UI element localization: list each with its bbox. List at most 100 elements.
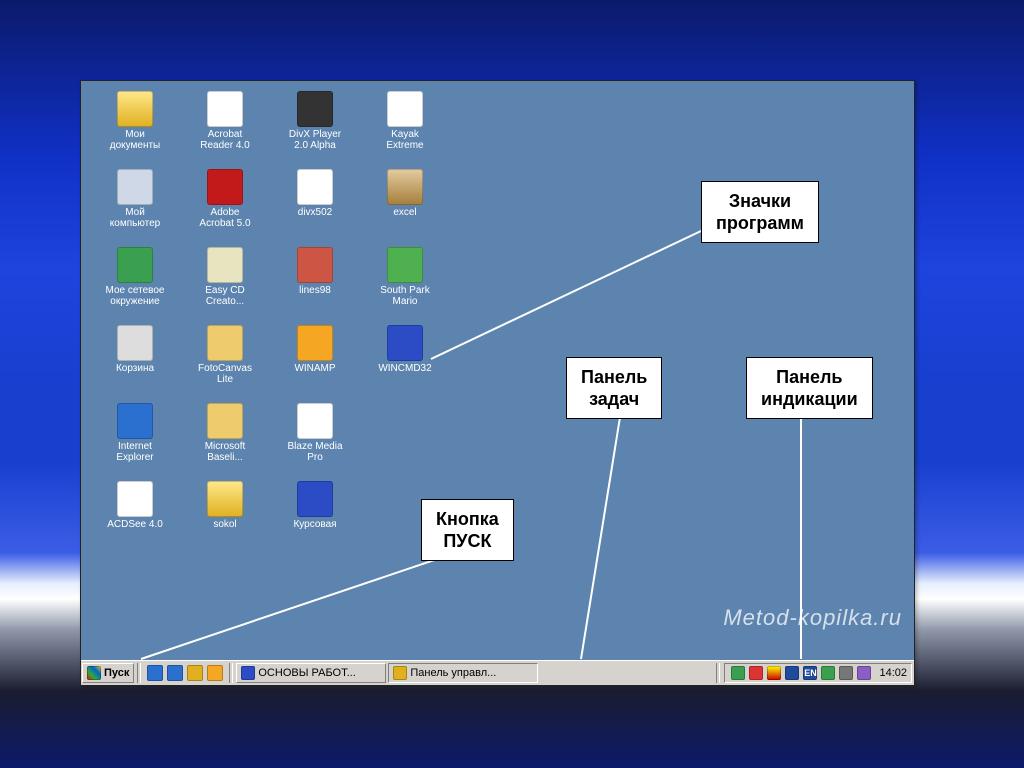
desktop-icon-label: FotoCanvasLite (183, 363, 267, 385)
language-indicator[interactable]: EN (803, 666, 817, 680)
desktop-icon[interactable]: KayakExtreme (363, 91, 447, 151)
desktop-screenshot: Моидокументы AcrobatReader 4.0 DivX Player… (80, 80, 915, 686)
desktop-icon-glyph (117, 91, 153, 127)
desktop-icon-glyph (387, 91, 423, 127)
tray-icon[interactable] (857, 666, 871, 680)
taskbar-task-button[interactable]: ОСНОВЫ РАБОТ... (236, 663, 386, 683)
desktop-icon-label: Easy CDCreato... (183, 285, 267, 307)
desktop-icon-label: Мойкомпьютер (93, 207, 177, 229)
desktop-icon[interactable]: divx502 (273, 169, 357, 218)
desktop-icon[interactable]: lines98 (273, 247, 357, 296)
start-button[interactable]: Пуск (82, 663, 134, 683)
windows-logo-icon (87, 666, 101, 680)
desktop-icon-glyph (117, 325, 153, 361)
callout-tray: Панельиндикации (746, 357, 873, 419)
desktop-icon-label: excel (363, 207, 447, 218)
start-button-label: Пуск (104, 667, 129, 679)
desktop-icon[interactable]: Мойкомпьютер (93, 169, 177, 229)
desktop-icon-glyph (387, 169, 423, 205)
task-icon (393, 666, 407, 680)
desktop-icon-glyph (207, 169, 243, 205)
desktop-icon[interactable]: AdobeAcrobat 5.0 (183, 169, 267, 229)
desktop-icon-label: Моидокументы (93, 129, 177, 151)
desktop-icon[interactable]: Моидокументы (93, 91, 177, 151)
quick-launch-icon[interactable] (167, 665, 183, 681)
callout-program-icons: Значкипрограмм (701, 181, 819, 243)
desktop-icon[interactable]: WINCMD32 (363, 325, 447, 374)
desktop-icon-glyph (117, 169, 153, 205)
desktop-icon-glyph (297, 169, 333, 205)
desktop-icon-label: South ParkMario (363, 285, 447, 307)
desktop-icon[interactable]: MicrosoftBaseli... (183, 403, 267, 463)
watermark-text: Metod-kopilka.ru (723, 605, 902, 631)
desktop-icon-glyph (207, 247, 243, 283)
callout-start-button: КнопкаПУСК (421, 499, 514, 561)
tray-icon[interactable] (749, 666, 763, 680)
desktop-icon-label: Корзина (93, 363, 177, 374)
desktop-icon-label: Курсовая (273, 519, 357, 530)
desktop-icon-glyph (207, 403, 243, 439)
desktop-icon-glyph (387, 247, 423, 283)
desktop-icon-glyph (117, 247, 153, 283)
desktop-icon[interactable]: InternetExplorer (93, 403, 177, 463)
system-tray[interactable]: EN 14:02 (724, 663, 912, 683)
desktop-icon[interactable]: Blaze MediaPro (273, 403, 357, 463)
desktop-icon[interactable]: WINAMP (273, 325, 357, 374)
task-label: Панель управл... (410, 667, 496, 679)
desktop-icon[interactable]: sokol (183, 481, 267, 530)
quick-launch-icon[interactable] (147, 665, 163, 681)
desktop-icon-glyph (117, 403, 153, 439)
desktop-area[interactable]: Моидокументы AcrobatReader 4.0 DivX Player… (81, 81, 914, 661)
taskbar-separator (716, 663, 720, 683)
desktop-icon[interactable]: ACDSee 4.0 (93, 481, 177, 530)
desktop-icon-glyph (117, 481, 153, 517)
callout-taskbar: Панельзадач (566, 357, 662, 419)
taskbar-separator (229, 663, 233, 683)
desktop-icon-label: KayakExtreme (363, 129, 447, 151)
desktop-icon-glyph (297, 91, 333, 127)
tray-icon[interactable] (731, 666, 745, 680)
tray-icon[interactable] (767, 666, 781, 680)
taskbar-clock: 14:02 (879, 667, 907, 679)
desktop-icon-label: MicrosoftBaseli... (183, 441, 267, 463)
desktop-icon-glyph (297, 403, 333, 439)
desktop-icon[interactable]: DivX Player2.0 Alpha (273, 91, 357, 151)
desktop-icon-glyph (297, 247, 333, 283)
desktop-icon[interactable]: Easy CDCreato... (183, 247, 267, 307)
desktop-icon-glyph (207, 481, 243, 517)
taskbar[interactable]: Пуск ОСНОВЫ РАБОТ... Панель управл... EN 1… (81, 660, 914, 685)
desktop-icon-label: ACDSee 4.0 (93, 519, 177, 530)
desktop-icon-label: DivX Player2.0 Alpha (273, 129, 357, 151)
desktop-icon-label: Blaze MediaPro (273, 441, 357, 463)
taskbar-separator (137, 663, 141, 683)
desktop-icon-label: WINAMP (273, 363, 357, 374)
desktop-icon[interactable]: excel (363, 169, 447, 218)
desktop-icon[interactable]: Мое сетевоеокружение (93, 247, 177, 307)
tray-icon[interactable] (839, 666, 853, 680)
quick-launch-icon[interactable] (207, 665, 223, 681)
desktop-icon-label: lines98 (273, 285, 357, 296)
taskbar-tasks: ОСНОВЫ РАБОТ... Панель управл... (235, 661, 714, 685)
desktop-icon-glyph (387, 325, 423, 361)
quick-launch-icon[interactable] (187, 665, 203, 681)
desktop-icon-label: WINCMD32 (363, 363, 447, 374)
desktop-icon-glyph (297, 325, 333, 361)
desktop-icon-glyph (207, 325, 243, 361)
desktop-icon[interactable]: Курсовая (273, 481, 357, 530)
taskbar-task-button[interactable]: Панель управл... (388, 663, 538, 683)
desktop-icon-label: divx502 (273, 207, 357, 218)
quick-launch (143, 661, 227, 685)
task-label: ОСНОВЫ РАБОТ... (258, 667, 355, 679)
desktop-icon-label: AcrobatReader 4.0 (183, 129, 267, 151)
desktop-icon[interactable]: AcrobatReader 4.0 (183, 91, 267, 151)
desktop-icon-glyph (207, 91, 243, 127)
tray-icon[interactable] (821, 666, 835, 680)
desktop-icon[interactable]: Корзина (93, 325, 177, 374)
desktop-icon-label: sokol (183, 519, 267, 530)
desktop-icon-glyph (297, 481, 333, 517)
desktop-icon[interactable]: FotoCanvasLite (183, 325, 267, 385)
tray-icon[interactable] (785, 666, 799, 680)
desktop-icon[interactable]: South ParkMario (363, 247, 447, 307)
desktop-icon-label: AdobeAcrobat 5.0 (183, 207, 267, 229)
desktop-icon-label: Мое сетевоеокружение (93, 285, 177, 307)
